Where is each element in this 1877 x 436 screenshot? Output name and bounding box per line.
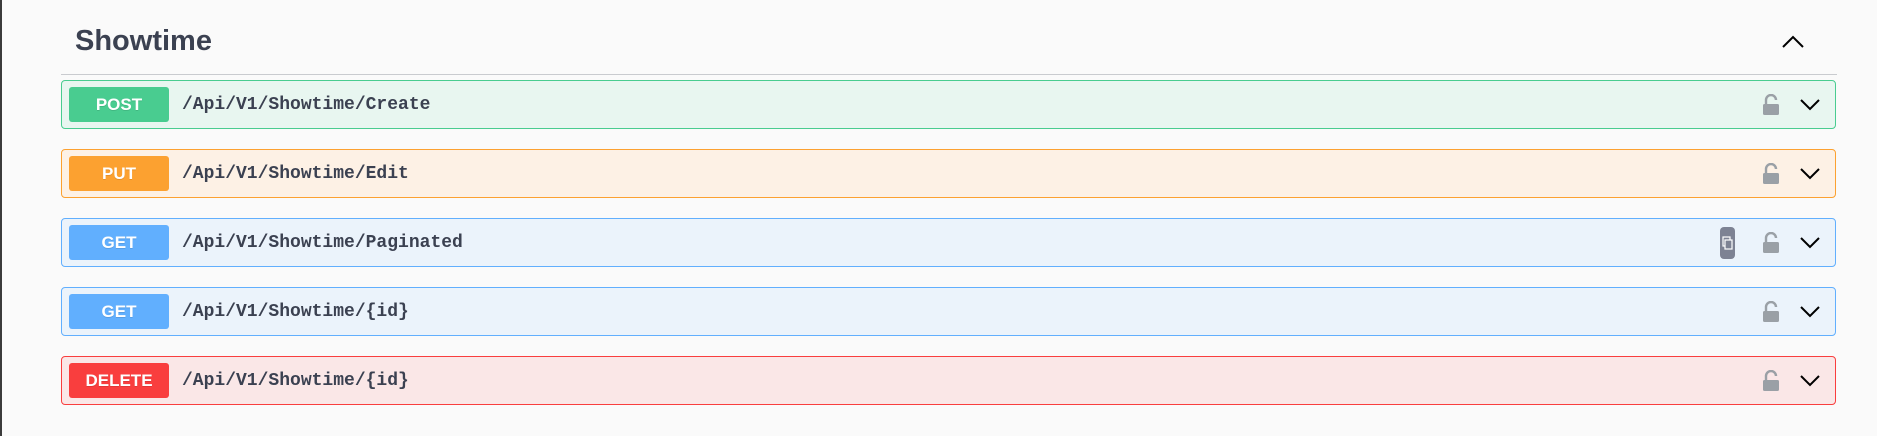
operation-path: /Api/V1/Showtime/Paginated [182, 232, 463, 253]
lock-icon [1763, 369, 1779, 391]
expand-operation-button[interactable] [1795, 366, 1825, 396]
method-badge-get: GET [69, 294, 169, 329]
authorize-lock-button[interactable] [1757, 228, 1785, 258]
operation-path: /Api/V1/Showtime/{id} [182, 370, 409, 391]
authorize-lock-button[interactable] [1757, 159, 1785, 189]
operation-path: /Api/V1/Showtime/{id} [182, 301, 409, 322]
swagger-page: Showtime POST /Api/V1/Showtime/Create PU… [0, 0, 1877, 436]
operation-controls [1720, 219, 1825, 266]
copy-icon [1722, 235, 1733, 250]
expand-operation-button[interactable] [1795, 297, 1825, 327]
operation-controls [1757, 288, 1825, 335]
collapse-section-button[interactable] [1773, 24, 1813, 60]
section-header[interactable]: Showtime [61, 0, 1837, 75]
operation-path: /Api/V1/Showtime/Edit [182, 163, 409, 184]
operation-post-create[interactable]: POST /Api/V1/Showtime/Create [61, 80, 1836, 129]
authorize-lock-button[interactable] [1757, 90, 1785, 120]
chevron-up-icon [1782, 35, 1804, 48]
method-badge-post: POST [69, 87, 169, 122]
chevron-down-icon [1800, 305, 1820, 317]
chevron-down-icon [1800, 236, 1820, 248]
operation-controls [1757, 150, 1825, 197]
lock-icon [1763, 231, 1779, 253]
lock-icon [1763, 300, 1779, 322]
operation-controls [1757, 81, 1825, 128]
lock-icon [1763, 162, 1779, 184]
authorize-lock-button[interactable] [1757, 366, 1785, 396]
chevron-down-icon [1800, 98, 1820, 110]
chevron-down-icon [1800, 374, 1820, 386]
authorize-lock-button[interactable] [1757, 297, 1785, 327]
operation-put-edit[interactable]: PUT /Api/V1/Showtime/Edit [61, 149, 1836, 198]
copy-path-button[interactable] [1720, 226, 1735, 259]
expand-operation-button[interactable] [1795, 90, 1825, 120]
operation-path: /Api/V1/Showtime/Create [182, 94, 431, 115]
expand-operation-button[interactable] [1795, 159, 1825, 189]
expand-operation-button[interactable] [1795, 228, 1825, 258]
method-badge-delete: DELETE [69, 363, 169, 398]
operation-get-paginated[interactable]: GET /Api/V1/Showtime/Paginated [61, 218, 1836, 267]
section-title[interactable]: Showtime [75, 25, 212, 58]
showtime-section: Showtime POST /Api/V1/Showtime/Create PU… [61, 0, 1837, 405]
operation-controls [1757, 357, 1825, 404]
operation-delete-by-id[interactable]: DELETE /Api/V1/Showtime/{id} [61, 356, 1836, 405]
chevron-down-icon [1800, 167, 1820, 179]
lock-icon [1763, 93, 1779, 115]
method-badge-get: GET [69, 225, 169, 260]
operation-get-by-id[interactable]: GET /Api/V1/Showtime/{id} [61, 287, 1836, 336]
method-badge-put: PUT [69, 156, 169, 191]
